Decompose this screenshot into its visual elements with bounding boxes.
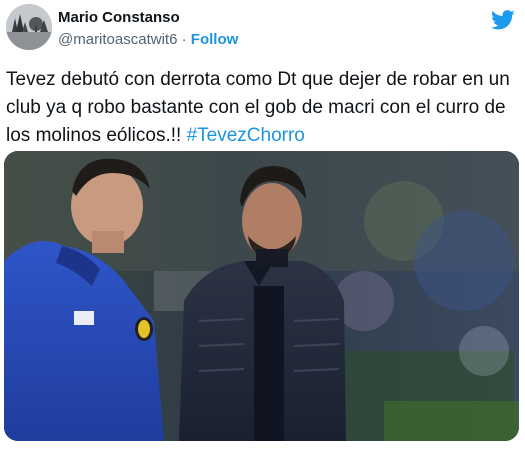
tweet-card: Mario Constanso @maritoascatwit6 · Follo…	[0, 0, 525, 450]
tweet-text: Tevez debutó con derrota como Dt que dej…	[6, 66, 520, 150]
author-handle[interactable]: @maritoascatwit6	[58, 31, 177, 48]
separator-dot: ·	[181, 31, 187, 48]
avatar[interactable]	[6, 4, 52, 50]
tweet-photo[interactable]	[4, 151, 519, 441]
author-display-name[interactable]: Mario Constanso	[58, 8, 238, 28]
follow-button[interactable]: Follow	[191, 31, 239, 48]
twitter-bird-icon[interactable]	[491, 10, 515, 30]
author-handle-row: @maritoascatwit6 · Follow	[58, 30, 238, 50]
author-block: Mario Constanso @maritoascatwit6 · Follo…	[58, 8, 238, 50]
hashtag-link[interactable]: #TevezChorro	[187, 125, 305, 146]
